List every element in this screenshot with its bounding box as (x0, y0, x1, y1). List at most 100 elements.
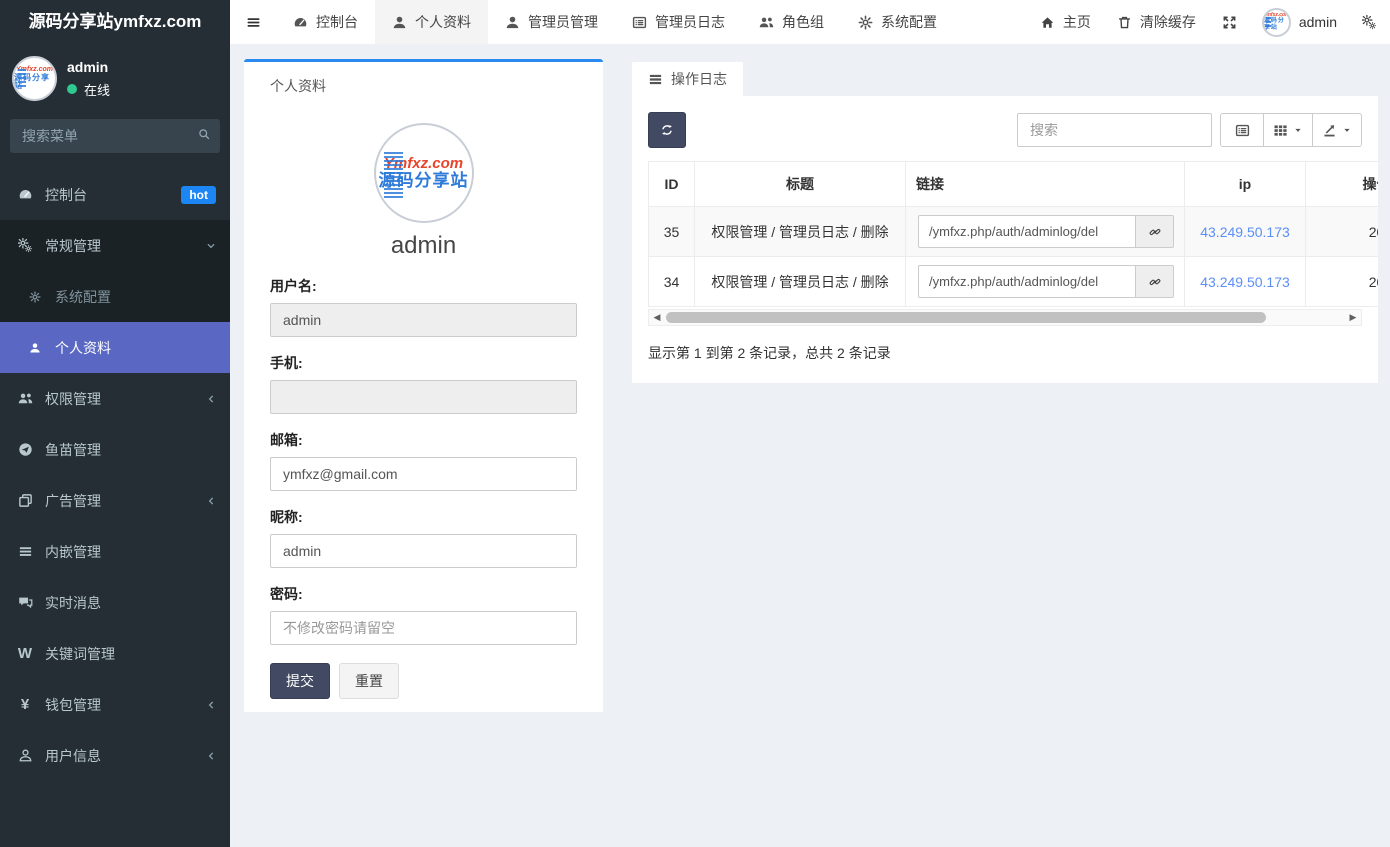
export-icon (1322, 123, 1337, 138)
cell-url (906, 257, 1185, 307)
sidebar-item-keywords[interactable]: W 关键词管理 (0, 628, 230, 679)
user-icon (505, 15, 520, 30)
user-outline-icon (14, 748, 36, 763)
toggle-view-button[interactable] (1220, 113, 1264, 147)
table-row: 34 权限管理 / 管理员日志 / 删除 43.249.50.173 2025-… (649, 257, 1379, 307)
url-input-group (918, 215, 1174, 248)
col-time[interactable]: 操作时间 (1306, 162, 1379, 207)
link-button[interactable] (1135, 265, 1174, 298)
bars-icon (14, 544, 36, 559)
w-icon: W (14, 645, 36, 662)
reset-button[interactable]: 重置 (339, 663, 399, 699)
cell-title: 权限管理 / 管理员日志 / 删除 (695, 207, 906, 257)
comments-icon (14, 595, 36, 610)
cogs-icon (1362, 15, 1377, 30)
scroll-left-arrow[interactable]: ◀ (649, 310, 665, 325)
records-summary: 显示第 1 到第 2 条记录，总共 2 条记录 (648, 343, 1362, 363)
tab-system-config[interactable]: 系统配置 (841, 0, 954, 44)
export-button[interactable] (1312, 113, 1362, 147)
clear-cache-button[interactable]: 清除缓存 (1104, 0, 1209, 44)
ip-link[interactable]: 43.249.50.173 (1200, 274, 1290, 290)
tab-label: 个人资料 (415, 12, 471, 32)
tab-operation-log[interactable]: 操作日志 (632, 62, 743, 96)
col-url[interactable]: 链接 (906, 162, 1185, 207)
sidebar-item-label: 鱼苗管理 (45, 440, 101, 460)
password-field[interactable] (270, 611, 577, 645)
sidebar-item-wallet[interactable]: ¥ 钱包管理 (0, 679, 230, 730)
col-id[interactable]: ID (649, 162, 695, 207)
avatar[interactable]: Ymfxz.com 源码分享站 (12, 56, 57, 101)
gear-icon (24, 291, 46, 303)
chevron-down-icon (206, 241, 216, 251)
user-status: 在线 (67, 80, 110, 99)
fullscreen-button[interactable] (1209, 0, 1250, 44)
cogs-icon (14, 238, 36, 253)
sidebar-item-realtime-messages[interactable]: 实时消息 (0, 577, 230, 628)
sidebar-item-dashboard[interactable]: 控制台 hot (0, 169, 230, 220)
cell-time: 2025-1 (1306, 207, 1379, 257)
password-label: 密码: (270, 584, 577, 604)
username-group: 用户名: (270, 276, 577, 337)
menu-search-input[interactable] (10, 119, 220, 153)
tab-label: 角色组 (782, 12, 824, 32)
url-field[interactable] (918, 215, 1135, 248)
col-ip[interactable]: ip (1185, 162, 1306, 207)
sidebar-toggle-button[interactable] (230, 0, 276, 44)
logs-toolbar (648, 112, 1362, 148)
list-alt-icon (1235, 123, 1250, 138)
tab-dashboard[interactable]: 控制台 (276, 0, 375, 44)
sidebar-item-fry-management[interactable]: 鱼苗管理 (0, 424, 230, 475)
clear-cache-label: 清除缓存 (1140, 12, 1196, 32)
email-field[interactable] (270, 457, 577, 491)
tab-admin-management[interactable]: 管理员管理 (488, 0, 615, 44)
nickname-group: 昵称: (270, 507, 577, 568)
scroll-right-arrow[interactable]: ▶ (1345, 310, 1361, 325)
navbar-right: 主页 清除缓存 Ymfxz.com 源码分享站 admin (1027, 0, 1390, 44)
users-icon (759, 15, 774, 30)
mobile-label: 手机: (270, 353, 577, 373)
tab-admin-log[interactable]: 管理员日志 (615, 0, 742, 44)
tab-profile[interactable]: 个人资料 (375, 0, 488, 44)
sidebar-item-user-info[interactable]: 用户信息 (0, 730, 230, 781)
sidebar-item-profile[interactable]: 个人资料 (0, 322, 230, 373)
columns-button[interactable] (1263, 113, 1313, 147)
col-title[interactable]: 标题 (695, 162, 906, 207)
search-icon[interactable] (198, 128, 210, 140)
user-icon (392, 15, 407, 30)
table-search-input[interactable] (1017, 113, 1212, 147)
nickname-field[interactable] (270, 534, 577, 568)
link-button[interactable] (1135, 215, 1174, 248)
list-icon (648, 72, 663, 87)
sidebar-item-system-config[interactable]: 系统配置 (0, 271, 230, 322)
refresh-button[interactable] (648, 112, 686, 148)
horizontal-scrollbar[interactable]: ◀ ▶ (648, 309, 1362, 326)
logs-table-wrap: ID 标题 链接 ip 操作时间 35 权限管理 / 管理员日志 / 删除 (648, 161, 1378, 307)
sidebar-item-label: 权限管理 (45, 389, 101, 409)
online-dot-icon (67, 84, 77, 94)
user-meta: admin 在线 (67, 59, 110, 99)
submit-button[interactable]: 提交 (270, 663, 330, 699)
sidebar-item-general[interactable]: 常规管理 (0, 220, 230, 271)
profile-avatar[interactable]: Ymfxz.com 源码分享站 (270, 123, 577, 223)
settings-button[interactable] (1349, 0, 1390, 44)
cell-title: 权限管理 / 管理员日志 / 删除 (695, 257, 906, 307)
sidebar-item-label: 用户信息 (45, 746, 101, 766)
gear-icon (858, 15, 873, 30)
trash-icon (1117, 15, 1132, 30)
scrollbar-thumb[interactable] (666, 312, 1266, 323)
tab-role-group[interactable]: 角色组 (742, 0, 841, 44)
ip-link[interactable]: 43.249.50.173 (1200, 224, 1290, 240)
tab-label: 管理员日志 (655, 12, 725, 32)
toolbar-right (1017, 113, 1362, 147)
sidebar-item-embed[interactable]: 内嵌管理 (0, 526, 230, 577)
home-button[interactable]: 主页 (1027, 0, 1104, 44)
sidebar-item-permissions[interactable]: 权限管理 (0, 373, 230, 424)
tab-label: 系统配置 (881, 12, 937, 32)
tab-label: 管理员管理 (528, 12, 598, 32)
home-icon (1040, 15, 1055, 30)
user-menu[interactable]: Ymfxz.com 源码分享站 admin (1250, 8, 1349, 37)
email-group: 邮箱: (270, 430, 577, 491)
sidebar-item-ads[interactable]: 广告管理 (0, 475, 230, 526)
url-field[interactable] (918, 265, 1135, 298)
sidebar-item-label: 关键词管理 (45, 644, 115, 664)
